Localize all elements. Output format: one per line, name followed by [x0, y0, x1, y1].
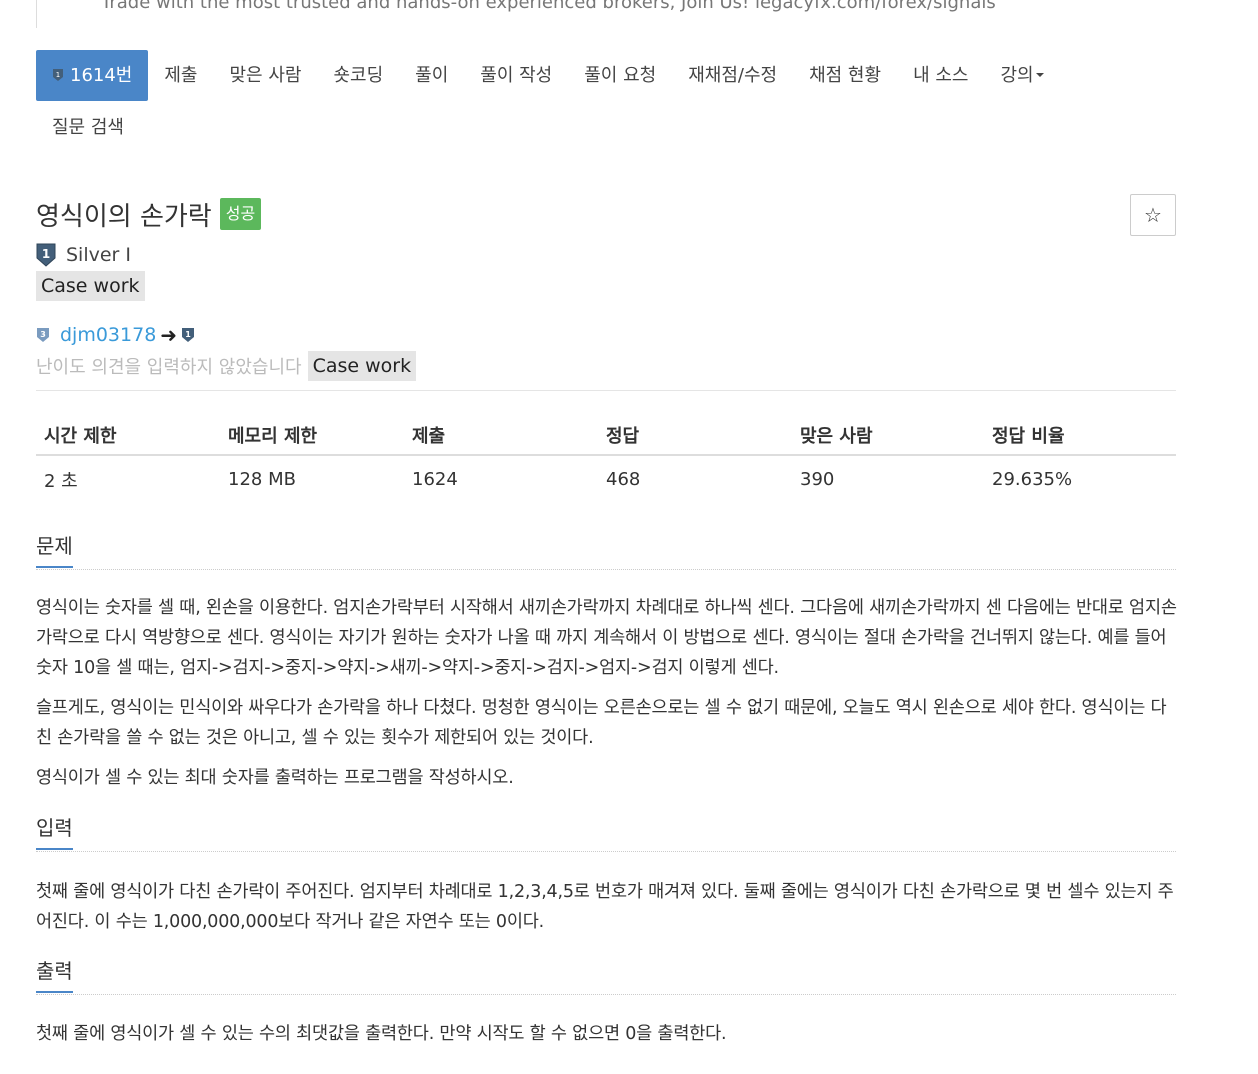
- ad-banner[interactable]: Trade with the most trusted and hands-on…: [36, 0, 1176, 28]
- output-paragraph: 첫째 줄에 영식이가 셀 수 있는 수의 최댓값을 출력한다. 만약 시작도 할…: [36, 1024, 727, 1044]
- svg-text:1: 1: [42, 247, 50, 261]
- opinion-tag[interactable]: Case work: [307, 351, 417, 381]
- table-header: 정답 비율: [984, 415, 1176, 456]
- problem-paragraph: 슬프게도, 영식이는 민식이와 싸우다가 손가락을 하나 다쳤다. 멍청한 영식…: [36, 698, 1167, 748]
- section-title-problem: 문제: [36, 534, 73, 568]
- difficulty-opinion-line: 난이도 의견을 입력하지 않았습니다 Case work: [36, 351, 417, 381]
- table-cell: 468: [606, 469, 641, 490]
- section-divider: [36, 851, 1176, 852]
- nav-row-main: 1 1614번 제출 맞은 사람 숏코딩 풀이 풀이 작성 풀이 요청 재채점/…: [36, 50, 1176, 101]
- nav-item-question-search[interactable]: 질문 검색: [36, 102, 140, 153]
- page-title: 영식이의 손가락: [36, 201, 212, 232]
- star-icon: ☆: [1144, 203, 1162, 227]
- divider: [36, 390, 1176, 391]
- section-input-header: 입력: [36, 816, 1176, 852]
- nav-item-rejudge[interactable]: 재채점/수정: [672, 50, 793, 101]
- nav-item-solutions[interactable]: 풀이: [399, 50, 464, 101]
- table-row: 2 초 128 MB 1624 468 390 29.635%: [36, 455, 1176, 503]
- section-divider: [36, 569, 1176, 570]
- nav-item-short-coding[interactable]: 숏코딩: [317, 50, 399, 101]
- tier-line: 1 Silver I: [36, 242, 131, 268]
- chevron-down-icon: [1035, 73, 1044, 77]
- problem-paragraph: 영식이는 숫자를 셀 때, 왼손을 이용한다. 엄지손가락부터 시작해서 새끼손…: [36, 598, 1177, 678]
- nav-item-lectures[interactable]: 강의: [984, 50, 1059, 101]
- nav-item-submit[interactable]: 제출: [148, 50, 213, 101]
- svg-text:3: 3: [40, 330, 46, 339]
- nav-item-my-source[interactable]: 내 소스: [897, 50, 984, 101]
- nav-item-request-solution[interactable]: 풀이 요청: [568, 50, 672, 101]
- section-title-input: 입력: [36, 816, 73, 850]
- problem-info-table: 시간 제한 메모리 제한 제출 정답 맞은 사람 정답 비율 2 초 128 M…: [36, 415, 1176, 503]
- table-cell: 2 초: [44, 470, 78, 492]
- tier-icon: 1: [182, 328, 195, 342]
- section-divider: [36, 994, 1176, 995]
- contributor-line: 3 djm03178 ➜ 1: [36, 322, 195, 348]
- status-badge: 성공: [219, 198, 262, 230]
- table-header: 정답: [598, 415, 792, 456]
- input-paragraph: 첫째 줄에 영식이가 다친 손가락이 주어진다. 엄지부터 차례대로 1,2,3…: [36, 882, 1174, 932]
- tier-icon: 1: [36, 243, 56, 267]
- nav-item-problem[interactable]: 1 1614번: [36, 50, 149, 101]
- nav-item-problem-label: 1614번: [70, 65, 133, 86]
- nav-row-second: 질문 검색: [36, 101, 1176, 153]
- section-problem-header: 문제: [36, 534, 1176, 570]
- ad-text[interactable]: Trade with the most trusted and hands-on…: [101, 0, 996, 13]
- contributor-link[interactable]: djm03178: [60, 324, 156, 346]
- nav-item-write-solution[interactable]: 풀이 작성: [464, 50, 568, 101]
- table-cell: 1624: [412, 469, 458, 490]
- table-cell: 29.635%: [992, 469, 1073, 490]
- arrow-right-icon: ➜: [160, 323, 178, 347]
- table-header: 시간 제한: [36, 415, 220, 456]
- problem-paragraph: 영식이가 셀 수 있는 최대 숫자를 출력하는 프로그램을 작성하시오.: [36, 768, 514, 788]
- problem-nav: 1 1614번 제출 맞은 사람 숏코딩 풀이 풀이 작성 풀이 요청 재채점/…: [36, 50, 1176, 153]
- nav-item-lectures-label: 강의: [1000, 65, 1034, 86]
- difficulty-opinion-text: 난이도 의견을 입력하지 않았습니다: [36, 357, 302, 378]
- table-cell: 390: [800, 469, 835, 490]
- tier-icon: 1: [53, 69, 63, 81]
- user-tier-icon: 3: [37, 328, 49, 342]
- algorithm-tag[interactable]: Case work: [36, 271, 145, 301]
- table-header: 제출: [404, 415, 598, 456]
- nav-item-solvers[interactable]: 맞은 사람: [214, 50, 318, 101]
- table-header-row: 시간 제한 메모리 제한 제출 정답 맞은 사람 정답 비율: [36, 415, 1176, 456]
- problem-title-row: 영식이의 손가락 성공: [36, 194, 262, 234]
- tier-label[interactable]: Silver I: [66, 244, 131, 266]
- table-cell: 128 MB: [228, 469, 296, 490]
- table-header: 맞은 사람: [792, 415, 984, 456]
- section-title-output: 출력: [36, 959, 73, 993]
- svg-text:1: 1: [56, 71, 60, 79]
- nav-item-status[interactable]: 채점 현황: [793, 50, 897, 101]
- section-output-header: 출력: [36, 959, 1176, 995]
- table-header: 메모리 제한: [220, 415, 404, 456]
- svg-text:1: 1: [185, 330, 191, 339]
- favorite-button[interactable]: ☆: [1130, 194, 1176, 236]
